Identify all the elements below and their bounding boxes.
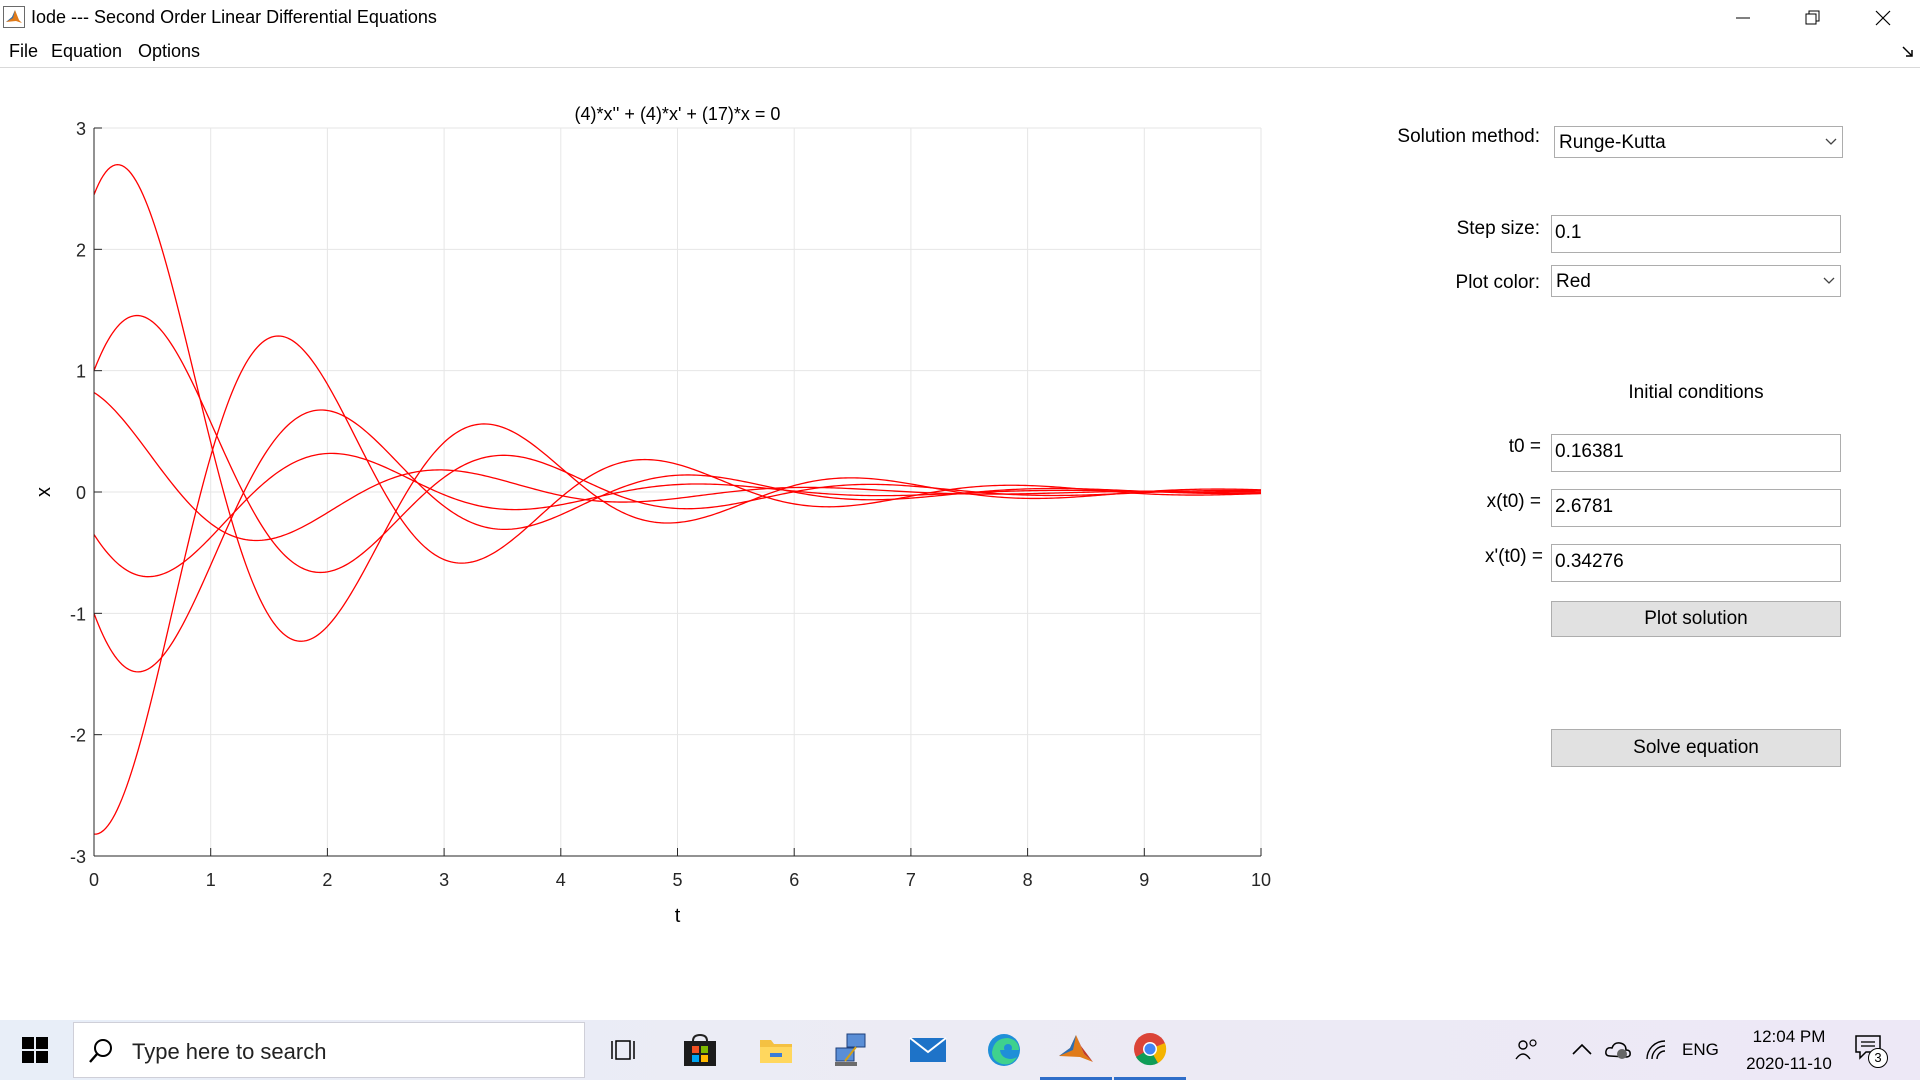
menu-bar: File Equation Options <box>0 36 1920 68</box>
chevron-down-icon <box>1820 127 1842 157</box>
undock-arrow-icon[interactable] <box>1902 46 1914 58</box>
solution-method-dropdown[interactable]: Runge-Kutta <box>1554 126 1843 158</box>
x-tick-label: 0 <box>89 870 99 890</box>
menu-options[interactable]: Options <box>136 41 202 62</box>
store-button[interactable] <box>664 1020 736 1080</box>
plot-solution-button[interactable]: Plot solution <box>1551 601 1841 637</box>
y-tick-label: -3 <box>70 847 86 867</box>
step-size-field[interactable]: 0.1 <box>1551 215 1841 253</box>
onedrive-cloud-icon[interactable] <box>1604 1038 1632 1062</box>
edge-browser-button[interactable] <box>968 1020 1040 1080</box>
solution-method-value: Runge-Kutta <box>1559 132 1666 153</box>
x-tick-label: 2 <box>322 870 332 890</box>
start-button[interactable] <box>0 1020 70 1080</box>
chevron-down-icon <box>1818 266 1840 296</box>
notification-center-button[interactable]: 3 <box>1854 1034 1894 1068</box>
notification-count-badge: 3 <box>1868 1048 1888 1068</box>
close-button[interactable] <box>1848 0 1918 36</box>
window-title: Iode --- Second Order Linear Differentia… <box>31 7 437 27</box>
y-tick-label: 2 <box>76 240 86 260</box>
mail-icon <box>909 1037 947 1062</box>
file-explorer-button[interactable] <box>740 1020 812 1080</box>
microsoft-store-icon <box>684 1033 716 1066</box>
network-app-button[interactable] <box>816 1020 888 1080</box>
search-icon <box>89 1039 112 1063</box>
step-size-label: Step size: <box>1456 218 1540 239</box>
y-tick-label: -2 <box>70 726 86 746</box>
folder-icon <box>760 1040 792 1063</box>
minimize-icon <box>1736 17 1750 19</box>
search-placeholder: Type here to search <box>132 1039 327 1064</box>
y-axis-label: x <box>33 487 55 497</box>
initial-conditions-heading: Initial conditions <box>1628 382 1764 403</box>
clock-time[interactable]: 12:04 PM <box>1746 1027 1832 1047</box>
close-icon <box>1875 10 1891 26</box>
solution-plot[interactable]: 0 1 2 3 4 5 6 7 8 9 10 -3 -2 -1 0 1 2 3 (4)*x'' + (4)*x' … <box>0 68 1300 948</box>
network-computers-icon <box>835 1033 866 1066</box>
x-t0-label: x(t0) = <box>1486 491 1541 512</box>
x-tick-label: 4 <box>556 870 566 890</box>
matlab-app-icon <box>3 6 25 28</box>
menu-equation[interactable]: Equation <box>49 41 124 62</box>
x-tick-label: 10 <box>1251 870 1271 890</box>
plot-color-value: Red <box>1556 271 1591 292</box>
language-indicator[interactable]: ENG <box>1682 1040 1719 1060</box>
mail-button[interactable] <box>892 1020 964 1080</box>
x-tick-label: 8 <box>1023 870 1033 890</box>
t0-label: t0 = <box>1508 436 1541 457</box>
application-window: Iode --- Second Order Linear Differentia… <box>0 0 1920 1080</box>
matlab-taskbar-button[interactable] <box>1040 1020 1112 1080</box>
xprime-t0-field[interactable]: 0.34276 <box>1551 544 1841 582</box>
people-icon[interactable] <box>1514 1038 1540 1062</box>
plot-color-dropdown[interactable]: Red <box>1551 265 1841 297</box>
taskbar: Type here to search ENG 12:04 PM 2020-11… <box>0 1020 1920 1080</box>
x-t0-field[interactable]: 2.6781 <box>1551 489 1841 527</box>
y-tick-label: 1 <box>76 362 86 382</box>
chrome-taskbar-button[interactable] <box>1114 1020 1186 1080</box>
x-tick-label: 1 <box>206 870 216 890</box>
x-tick-label: 3 <box>439 870 449 890</box>
chevron-up-icon[interactable] <box>1571 1042 1593 1056</box>
x-tick-label: 5 <box>672 870 682 890</box>
x-tick-label: 7 <box>906 870 916 890</box>
y-tick-label: -1 <box>70 604 86 624</box>
title-bar: Iode --- Second Order Linear Differentia… <box>0 0 1920 36</box>
restore-button[interactable] <box>1778 0 1848 36</box>
plot-title: (4)*x'' + (4)*x' + (17)*x = 0 <box>575 104 781 124</box>
taskbar-search-box[interactable]: Type here to search <box>73 1022 585 1078</box>
restore-icon <box>1805 10 1820 25</box>
x-axis-label: t <box>675 905 681 927</box>
solve-equation-button[interactable]: Solve equation <box>1551 729 1841 767</box>
y-tick-label: 0 <box>76 483 86 503</box>
minimize-button[interactable] <box>1708 0 1778 36</box>
y-tick-label: 3 <box>76 119 86 139</box>
menu-file[interactable]: File <box>7 41 40 62</box>
matlab-icon <box>1059 1034 1093 1062</box>
task-view-button[interactable] <box>588 1020 660 1080</box>
x-tick-label: 9 <box>1139 870 1149 890</box>
solution-method-label: Solution method: <box>1397 126 1540 147</box>
plot-color-label: Plot color: <box>1455 272 1540 293</box>
task-view-icon <box>611 1040 635 1060</box>
wifi-icon[interactable] <box>1644 1038 1668 1062</box>
xprime-t0-label: x'(t0) = <box>1484 546 1543 567</box>
x-tick-label: 6 <box>789 870 799 890</box>
windows-logo-icon <box>22 1037 48 1063</box>
edge-icon <box>988 1034 1020 1066</box>
chrome-icon <box>1134 1032 1167 1065</box>
clock-date[interactable]: 2020-11-10 <box>1736 1054 1842 1074</box>
t0-field[interactable]: 0.16381 <box>1551 434 1841 472</box>
